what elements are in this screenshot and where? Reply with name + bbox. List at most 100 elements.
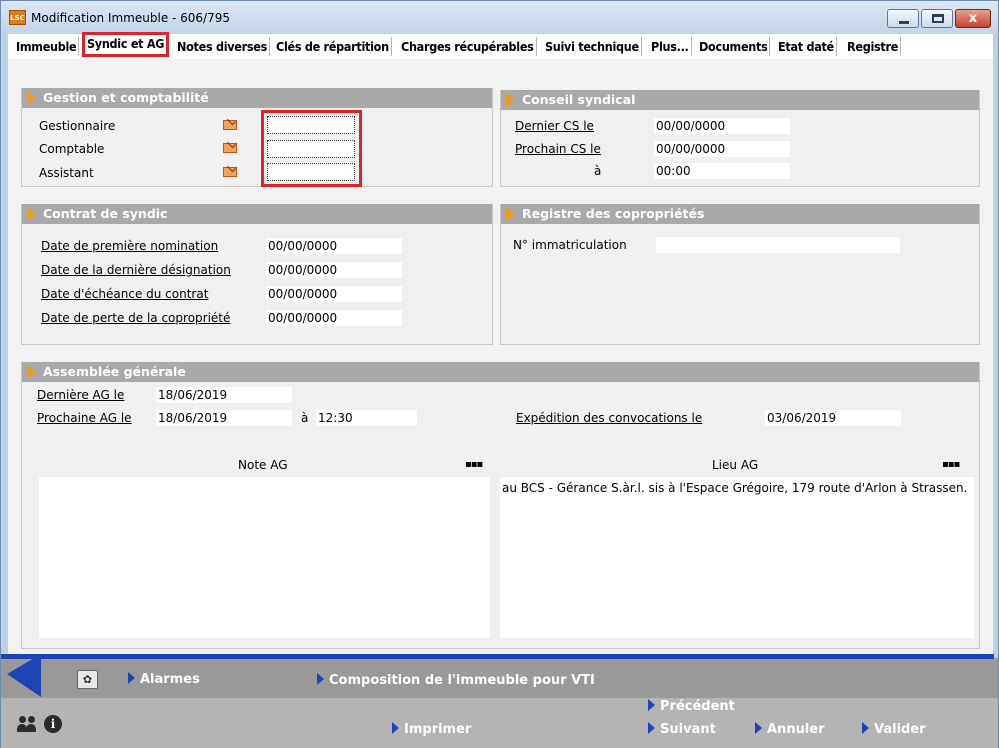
section-arrow-icon	[506, 93, 515, 107]
expedition-convocations-link[interactable]: Expédition des convocations le	[516, 411, 702, 425]
ag-panel: Assemblée générale Dernière AG le 18/06/…	[21, 362, 980, 649]
assistant-label: Assistant	[39, 166, 94, 180]
tab-syndic-et-ag[interactable]: Syndic et AG	[82, 32, 170, 57]
tab-notes-diverses[interactable]: Notes diverses	[175, 37, 270, 56]
alarmes-label: Alarmes	[140, 672, 200, 687]
prochaine-ag-time-field[interactable]: 12:30	[316, 410, 417, 426]
play-arrow-icon	[128, 672, 135, 684]
registre-title: Registre des copropriétés	[522, 206, 705, 221]
prochain-cs-field[interactable]: 00/00/0000	[654, 141, 790, 157]
gestionnaire-label: Gestionnaire	[39, 119, 116, 133]
play-arrow-icon	[862, 722, 869, 734]
note-ag-label: Note AG	[238, 458, 288, 472]
maximize-button[interactable]	[921, 9, 953, 28]
tab-bar: Immeuble Syndic et AG Notes diverses Clé…	[8, 32, 993, 59]
highlight-box	[261, 110, 362, 187]
window-title: Modification Immeuble - 606/795	[31, 11, 231, 25]
conseil-panel-header: Conseil syndical	[501, 90, 979, 110]
registre-panel: Registre des copropriétés N° immatricula…	[500, 204, 980, 345]
gestion-panel: Gestion et comptabilité Gestionnaire Com…	[21, 88, 493, 187]
premiere-nomination-field[interactable]: 00/00/0000	[266, 238, 402, 254]
tab-charges-recuperables[interactable]: Charges récupérables	[399, 37, 537, 56]
email-assistant-icon[interactable]	[223, 167, 237, 177]
dernier-cs-link[interactable]: Dernier CS le	[515, 119, 594, 133]
precedent-button[interactable]: Précédent	[648, 699, 735, 714]
perte-copropriete-link[interactable]: Date de perte de la copropriété	[41, 311, 230, 325]
derniere-designation-link[interactable]: Date de la dernière désignation	[41, 263, 231, 277]
info-icon[interactable]: i	[44, 715, 62, 733]
immatriculation-label: N° immatriculation	[513, 238, 627, 252]
derniere-ag-field[interactable]: 18/06/2019	[156, 387, 292, 403]
tab-etat-date[interactable]: Etat daté	[776, 37, 837, 56]
tab-plus[interactable]: Plus...	[649, 37, 692, 56]
settings-icon[interactable]: ✿	[77, 670, 98, 689]
gestion-panel-header: Gestion et comptabilité	[22, 88, 492, 108]
premiere-nomination-link[interactable]: Date de première nomination	[41, 239, 218, 253]
action-bar-bottom	[1, 698, 998, 748]
suivant-button[interactable]: Suivant	[648, 722, 716, 737]
play-arrow-icon	[755, 722, 762, 734]
content-area: Gestion et comptabilité Gestionnaire Com…	[8, 59, 993, 657]
valider-button[interactable]: Valider	[862, 722, 926, 737]
play-arrow-icon	[648, 722, 655, 734]
tab-registre[interactable]: Registre	[845, 37, 902, 56]
contrat-panel-header: Contrat de syndic	[22, 204, 492, 224]
tab-suivi-technique[interactable]: Suivi technique	[543, 37, 642, 56]
immatriculation-field[interactable]	[656, 237, 900, 253]
expedition-convocations-field[interactable]: 03/06/2019	[765, 410, 901, 426]
registre-panel-header: Registre des copropriétés	[501, 204, 979, 224]
minimize-icon	[899, 21, 909, 24]
play-arrow-icon	[392, 722, 399, 734]
composition-label: Composition de l'immeuble pour VTI	[329, 673, 595, 688]
perte-copropriete-field[interactable]: 00/00/0000	[266, 310, 402, 326]
precedent-label: Précédent	[660, 699, 735, 714]
close-button[interactable]: x	[955, 9, 991, 28]
tab-content: Gestion et comptabilité Gestionnaire Com…	[8, 59, 993, 657]
note-ag-more-button[interactable]: ▪▪▪	[465, 459, 483, 470]
echeance-contrat-link[interactable]: Date d'échéance du contrat	[41, 287, 208, 301]
composition-vti-button[interactable]: Composition de l'immeuble pour VTI	[317, 673, 595, 688]
contrat-panel: Contrat de syndic Date de première nomin…	[21, 204, 493, 345]
tab-cles-de-repartition[interactable]: Clés de répartition	[274, 37, 392, 56]
derniere-designation-field[interactable]: 00/00/0000	[266, 262, 402, 278]
dernier-cs-field[interactable]: 00/00/0000	[654, 118, 790, 134]
title-bar[interactable]: LSC Modification Immeuble - 606/795 x	[1, 1, 998, 33]
email-gestionnaire-icon[interactable]	[223, 120, 237, 130]
application-window: LSC Modification Immeuble - 606/795 x Im…	[0, 0, 999, 748]
play-arrow-icon	[648, 699, 655, 711]
email-comptable-icon[interactable]	[223, 143, 237, 153]
lieu-ag-label: Lieu AG	[712, 458, 759, 472]
comptable-label: Comptable	[39, 142, 105, 156]
maximize-icon	[932, 14, 944, 23]
annuler-button[interactable]: Annuler	[755, 722, 825, 737]
contrat-title: Contrat de syndic	[43, 206, 168, 221]
section-arrow-icon	[27, 207, 36, 221]
lieu-ag-more-button[interactable]: ▪▪▪	[942, 459, 960, 470]
lieu-ag-textarea[interactable]: au BCS - Gérance S.àr.l. sis à l'Espace …	[500, 477, 974, 638]
gestion-title: Gestion et comptabilité	[43, 90, 209, 105]
prochain-cs-link[interactable]: Prochain CS le	[515, 142, 601, 156]
tab-immeuble[interactable]: Immeuble	[14, 37, 80, 56]
annuler-label: Annuler	[767, 722, 825, 737]
tab-documents[interactable]: Documents	[697, 37, 771, 56]
section-arrow-icon	[27, 91, 36, 105]
echeance-contrat-field[interactable]: 00/00/0000	[266, 286, 402, 302]
prochaine-ag-field[interactable]: 18/06/2019	[156, 410, 292, 426]
valider-label: Valider	[874, 722, 926, 737]
minimize-button[interactable]	[887, 9, 919, 28]
prochain-cs-time-label: à	[594, 164, 602, 178]
note-ag-textarea[interactable]	[39, 477, 490, 638]
action-bar-divider	[1, 654, 994, 659]
prochaine-ag-time-label: à	[301, 411, 309, 425]
derniere-ag-link[interactable]: Dernière AG le	[37, 388, 124, 402]
app-logo-icon: LSC	[9, 10, 26, 25]
imprimer-button[interactable]: Imprimer	[392, 722, 471, 737]
users-icon[interactable]	[17, 715, 37, 732]
conseil-panel: Conseil syndical Dernier CS le 00/00/000…	[500, 90, 980, 187]
alarmes-button[interactable]: Alarmes	[128, 672, 200, 687]
prochaine-ag-link[interactable]: Prochaine AG le	[37, 411, 132, 425]
back-arrow-icon[interactable]	[7, 654, 41, 697]
section-arrow-icon	[27, 365, 36, 379]
ag-title: Assemblée générale	[43, 364, 186, 379]
prochain-cs-time-field[interactable]: 00:00	[654, 163, 790, 179]
